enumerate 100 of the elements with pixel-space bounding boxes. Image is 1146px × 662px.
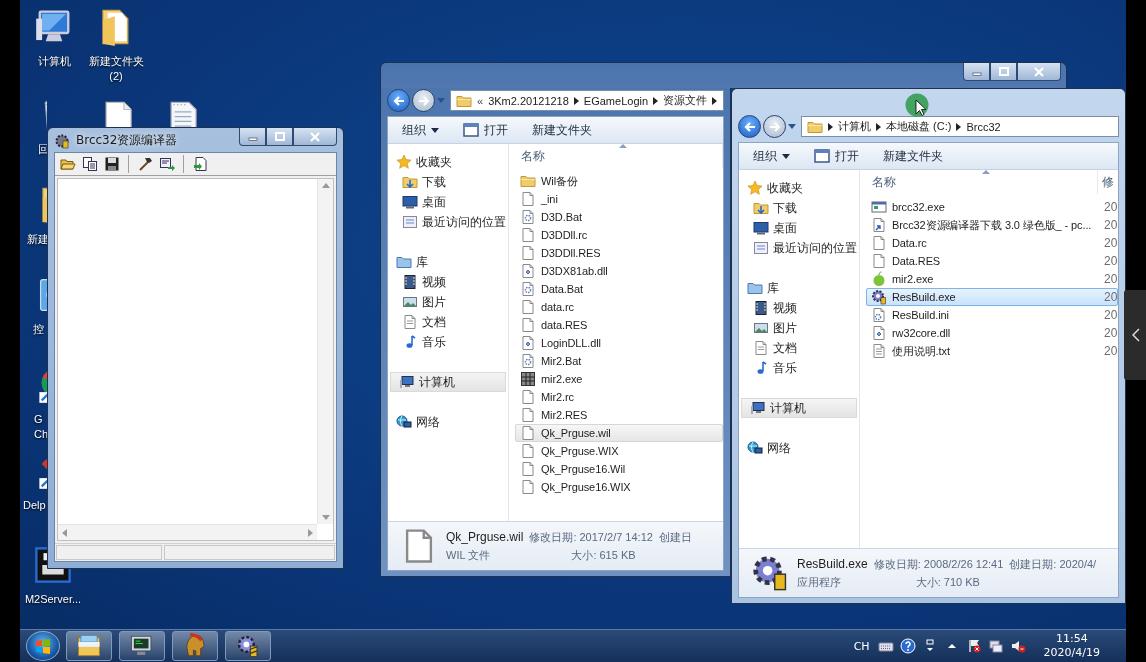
nav-item[interactable]: 图片 (388, 292, 508, 312)
horizontal-scrollbar[interactable] (58, 524, 317, 540)
chevron-right-icon[interactable] (573, 96, 579, 105)
nav-item[interactable]: 桌面 (739, 218, 859, 238)
file-row[interactable]: Data.RES 20 (866, 252, 1118, 270)
clock[interactable]: 11:54 2020/4/19 (1043, 632, 1100, 660)
nav-item[interactable]: 文档 (739, 338, 859, 358)
taskbar-app-button[interactable] (172, 631, 218, 661)
column-header[interactable]: 名称 (515, 144, 723, 168)
file-row[interactable]: _ini (515, 190, 723, 208)
nav-item[interactable]: 下载 (739, 198, 859, 218)
nav-item[interactable]: 计算机 (390, 372, 506, 392)
nav-item[interactable]: 文档 (388, 312, 508, 332)
scroll-left-icon[interactable] (62, 528, 67, 537)
nav-item[interactable]: 库 (388, 252, 508, 272)
toolbar-button[interactable]: 新建文件夹 (881, 145, 945, 167)
address-field[interactable]: « 3Km2.20121218 EGameLogin 资源文件 (450, 90, 724, 111)
file-row[interactable]: Qk_Prguse.WIX (515, 442, 723, 460)
start-button[interactable] (26, 631, 60, 661)
file-row[interactable]: ResBuild.exe 20 (866, 288, 1118, 306)
chevron-right-icon[interactable] (876, 122, 881, 131)
file-row[interactable]: D3D.Bat (515, 208, 723, 226)
chevron-right-icon[interactable] (653, 96, 659, 105)
taskbar-app-button[interactable] (66, 631, 112, 661)
breadcrumb-link[interactable]: Brcc32 (966, 120, 1001, 133)
vertical-scrollbar[interactable] (317, 179, 333, 524)
file-row[interactable]: Mir2.rc (515, 388, 723, 406)
chevron-right-icon[interactable] (828, 122, 833, 131)
nav-item[interactable]: 视频 (388, 272, 508, 292)
nav-item[interactable]: 收藏夹 (388, 152, 508, 172)
chevron-right-icon[interactable] (712, 96, 718, 105)
volume-icon[interactable] (1009, 638, 1026, 654)
file-row[interactable]: D3DX81ab.dll (515, 262, 723, 280)
file-row[interactable]: Mir2.Bat (515, 352, 723, 370)
nav-item[interactable]: 最近访问的位置 (739, 238, 859, 258)
open-folder-icon[interactable] (60, 156, 76, 172)
file-row[interactable]: LoginDLL.dll (515, 334, 723, 352)
export-icon[interactable] (159, 156, 175, 172)
help-icon[interactable] (899, 638, 916, 654)
nav-item[interactable]: 收藏夹 (739, 178, 859, 198)
nav-item[interactable]: 最近访问的位置 (388, 212, 508, 232)
file-row[interactable]: Qk_Prguse.wil (515, 424, 723, 442)
file-row[interactable]: brcc32.exe 20 (866, 198, 1118, 216)
column-header[interactable]: 修 (1098, 170, 1114, 194)
save-icon[interactable] (104, 156, 120, 172)
file-row[interactable]: Qk_Prguse16.WIX (515, 478, 723, 496)
file-row[interactable]: data.RES (515, 316, 723, 334)
breadcrumb-link[interactable]: 本地磁盘 (C:) (886, 119, 952, 134)
back-button[interactable] (387, 89, 410, 112)
nav-item[interactable]: 桌面 (388, 192, 508, 212)
maximize-button[interactable] (266, 128, 293, 146)
file-row[interactable]: 使用说明.txt 20 (866, 342, 1118, 360)
file-row[interactable]: Qk_Prguse16.Wil (515, 460, 723, 478)
toolbar-button[interactable]: 打开 (812, 145, 861, 167)
overflow-chevron[interactable]: « (477, 94, 484, 107)
forward-button[interactable] (763, 115, 786, 138)
import-icon[interactable] (192, 156, 208, 172)
nav-item[interactable]: 下载 (388, 172, 508, 192)
taskbar-app-button[interactable] (119, 631, 165, 661)
breadcrumb-link[interactable]: 3Km2.20121218 (488, 94, 569, 107)
file-row[interactable]: mir2.exe (515, 370, 723, 388)
file-row[interactable]: Data.Bat (515, 280, 723, 298)
file-row[interactable]: Data.rc 20 (866, 234, 1118, 252)
dropdown-caret-icon[interactable] (788, 124, 796, 129)
breadcrumb-link[interactable]: 计算机 (838, 119, 871, 134)
file-row[interactable]: Wil备份 (515, 172, 723, 190)
maximize-button[interactable] (990, 63, 1017, 81)
file-row[interactable]: D3DDll.rc (515, 226, 723, 244)
file-row[interactable]: rw32core.dll 20 (866, 324, 1118, 342)
hammer-icon[interactable] (137, 156, 153, 172)
copy-icon[interactable] (82, 156, 98, 172)
network-icon[interactable] (987, 638, 1004, 654)
scroll-down-icon[interactable] (321, 515, 330, 520)
scroll-right-icon[interactable] (308, 528, 313, 537)
nav-item[interactable]: 音乐 (388, 332, 508, 352)
file-row[interactable]: data.rc (515, 298, 723, 316)
forward-button[interactable] (412, 89, 435, 112)
back-button[interactable] (738, 115, 761, 138)
taskbar-app-button[interactable] (225, 631, 271, 661)
menu-button[interactable]: 组织 (751, 145, 792, 167)
file-row[interactable]: mir2.exe 20 (866, 270, 1118, 288)
toolbar-button[interactable]: 新建文件夹 (530, 119, 594, 141)
nav-item[interactable]: 库 (739, 278, 859, 298)
chevron-right-icon[interactable] (956, 122, 962, 131)
menu-button[interactable]: 组织 (400, 119, 441, 141)
minimize-button[interactable] (963, 63, 990, 81)
file-row[interactable]: Mir2.RES (515, 406, 723, 424)
breadcrumb-link[interactable]: 资源文件 (663, 93, 708, 108)
toolbar-button[interactable]: 打开 (461, 119, 510, 141)
file-row[interactable]: Brcc32资源编译器下载 3.0 绿色版_ - pc... 20 (866, 216, 1118, 234)
file-row[interactable]: ResBuild.ini 20 (866, 306, 1118, 324)
address-field[interactable]: 计算机 本地磁盘 (C:) Brcc32 (801, 116, 1119, 137)
nav-item[interactable]: 计算机 (741, 398, 857, 418)
close-button[interactable] (1017, 63, 1061, 81)
input-language[interactable]: CH (853, 639, 870, 653)
scroll-up-icon[interactable] (321, 183, 330, 188)
nav-item[interactable]: 网络 (739, 438, 859, 458)
close-button[interactable] (293, 128, 337, 146)
column-header[interactable]: 名称 (866, 170, 1098, 194)
file-row[interactable]: D3DDll.RES (515, 244, 723, 262)
